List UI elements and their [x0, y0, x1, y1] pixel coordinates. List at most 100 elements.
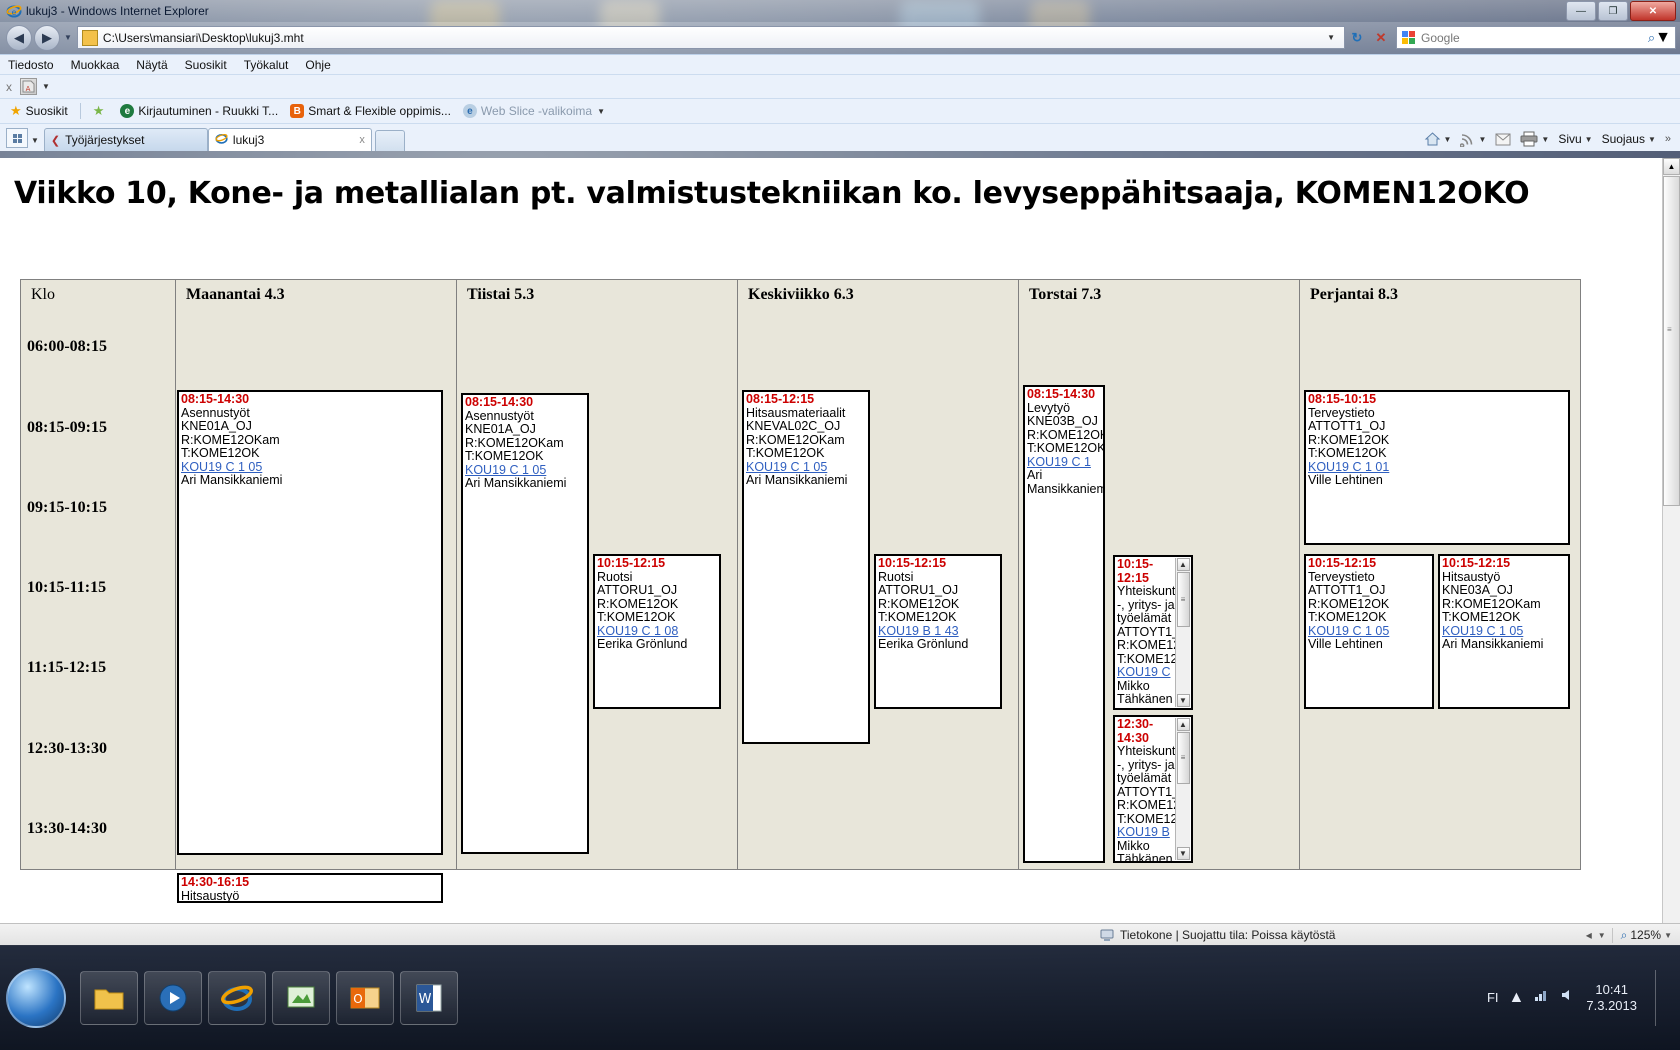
- event-link[interactable]: KOU19 C 1 08: [597, 624, 717, 639]
- tab-lukuj3[interactable]: lukuj3 x: [207, 128, 372, 151]
- feeds-caret-icon[interactable]: ▼: [1478, 135, 1486, 144]
- back-button[interactable]: ◀: [6, 24, 32, 51]
- mail-button[interactable]: [1492, 132, 1514, 147]
- event-block[interactable]: 08:15-10:15 Terveystieto ATTOTT1_OJ R:KO…: [1304, 390, 1570, 545]
- page-menu-button[interactable]: Sivu ▼: [1555, 131, 1595, 147]
- quick-tabs-button[interactable]: [6, 128, 28, 148]
- scrollbar-thumb[interactable]: ≡: [1176, 572, 1190, 627]
- taskbar-item-internet-explorer[interactable]: [208, 970, 266, 1025]
- page-caret-icon[interactable]: ▼: [1585, 135, 1593, 144]
- home-caret-icon[interactable]: ▼: [1444, 135, 1452, 144]
- tab-close-icon[interactable]: x: [359, 134, 365, 146]
- event-link[interactable]: KOU19 C 1 05: [746, 460, 866, 475]
- page-scrollbar[interactable]: ▲ ≡: [1662, 158, 1680, 923]
- home-button[interactable]: ▼: [1421, 130, 1455, 148]
- event-link[interactable]: KOU19 B: [1117, 825, 1175, 840]
- favorite-link-smart-flexible[interactable]: B Smart & Flexible oppimis...: [286, 103, 455, 119]
- security-menu-button[interactable]: Suojaus ▼: [1599, 131, 1659, 147]
- event-link[interactable]: KOU19 C: [1117, 665, 1175, 680]
- network-icon[interactable]: [1534, 988, 1550, 1007]
- taskbar-item-media-player[interactable]: [144, 970, 202, 1025]
- event-link[interactable]: KOU19 C 1 01: [1308, 460, 1566, 475]
- start-button[interactable]: [6, 967, 66, 1028]
- menu-item-ohje[interactable]: Ohje: [305, 58, 330, 72]
- event-block[interactable]: 10:15-12:15 Hitsaustyö KNE03A_OJ R:KOME1…: [1438, 554, 1570, 709]
- address-dropdown-caret-icon[interactable]: ▼: [1322, 33, 1340, 42]
- scroll-up-icon[interactable]: ▲: [1176, 558, 1190, 571]
- tray-expand-icon[interactable]: ▲: [1509, 989, 1525, 1007]
- event-block[interactable]: 12:30-14:30 Yhteiskunt -, yritys- ja työ…: [1113, 715, 1193, 863]
- scroll-up-icon[interactable]: ▲: [1176, 718, 1190, 731]
- scrollbar-thumb[interactable]: ≡: [1176, 732, 1190, 784]
- scroll-down-icon[interactable]: ▼: [1176, 694, 1190, 707]
- history-caret-icon[interactable]: ▼: [64, 33, 72, 42]
- security-caret-icon[interactable]: ▼: [1648, 135, 1656, 144]
- menu-item-tiedosto[interactable]: Tiedosto: [8, 58, 54, 72]
- event-link[interactable]: KOU19 C 1 05: [465, 463, 585, 478]
- event-link[interactable]: KOU19 B 1 43: [878, 624, 998, 639]
- forward-button[interactable]: ▶: [34, 24, 60, 51]
- event-block[interactable]: 08:15-12:15 Hitsausmateriaalit KNEVAL02C…: [742, 390, 870, 744]
- maximize-button[interactable]: ❐: [1598, 1, 1628, 21]
- security-zone[interactable]: Tietokone | Suojattu tila: Poissa käytös…: [1100, 928, 1335, 942]
- addon-close-icon[interactable]: x: [6, 80, 12, 94]
- scroll-down-icon[interactable]: ▼: [1176, 847, 1190, 860]
- event-code: ATTORU1_OJ: [878, 583, 959, 597]
- search-provider-caret-icon[interactable]: ▼: [1655, 29, 1671, 47]
- language-indicator[interactable]: FI: [1487, 990, 1499, 1005]
- web-slice-gallery[interactable]: e Web Slice -valikoima ▼: [459, 103, 609, 119]
- menu-item-muokkaa[interactable]: Muokkaa: [71, 58, 120, 72]
- feeds-button[interactable]: ▼: [1457, 131, 1489, 148]
- event-block[interactable]: 10:15-12:15 Yhteiskunt -, yritys- ja työ…: [1113, 555, 1193, 710]
- pdf-addon-icon[interactable]: A: [20, 78, 37, 95]
- tab-list-caret-icon[interactable]: ▼: [31, 136, 39, 145]
- event-link[interactable]: KOU19 C 1 05: [1308, 624, 1430, 639]
- addon-caret-icon[interactable]: ▼: [42, 82, 50, 91]
- search-input[interactable]: Google ⌕ ▼: [1396, 26, 1676, 49]
- menu-item-nayta[interactable]: Näytä: [136, 58, 167, 72]
- chevron-down-icon[interactable]: ▼: [597, 107, 605, 116]
- event-block[interactable]: 10:15-12:15 Ruotsi ATTORU1_OJ R:KOME12OK…: [874, 554, 1002, 709]
- taskbar-item-outlook[interactable]: O: [336, 970, 394, 1025]
- favorite-add-icon[interactable]: ★: [89, 102, 113, 120]
- favorite-link-ruukki[interactable]: e Kirjautuminen - Ruukki T...: [116, 103, 282, 119]
- new-tab-button[interactable]: [374, 130, 405, 151]
- toolbar-overflow-icon[interactable]: »: [1662, 132, 1674, 146]
- stop-icon[interactable]: ✕: [1369, 26, 1393, 49]
- event-scrollbar[interactable]: ▲ ≡ ▼: [1175, 718, 1190, 860]
- event-link[interactable]: KOU19 C 1 05: [181, 460, 439, 475]
- event-block[interactable]: 08:15-14:30 Asennustyöt KNE01A_OJ R:KOME…: [461, 393, 589, 854]
- refresh-icon[interactable]: ↻: [1345, 26, 1369, 49]
- zoom-caret-icon[interactable]: ▼: [1598, 931, 1606, 940]
- address-input[interactable]: C:\Users\mansiari\Desktop\lukuj3.mht ▼: [76, 26, 1345, 49]
- taskbar-item-word[interactable]: W: [400, 970, 458, 1025]
- volume-icon[interactable]: [1560, 988, 1576, 1007]
- tab-tyojarjestykset[interactable]: ❮ Työjärjestykset: [43, 128, 208, 151]
- zoom-out-icon[interactable]: ◂: [1586, 928, 1592, 942]
- print-caret-icon[interactable]: ▼: [1541, 135, 1549, 144]
- print-button[interactable]: ▼: [1517, 130, 1552, 148]
- search-icon[interactable]: ⌕: [1648, 30, 1655, 46]
- minimize-button[interactable]: —: [1566, 1, 1596, 21]
- taskbar-item-presentation[interactable]: [272, 970, 330, 1025]
- page-scrollbar-thumb[interactable]: [1663, 176, 1680, 506]
- close-button[interactable]: ✕: [1630, 1, 1676, 21]
- zoom-control[interactable]: ⌕ 125% ▼: [1611, 927, 1672, 943]
- zoom-level-caret-icon[interactable]: ▼: [1664, 931, 1672, 940]
- event-block[interactable]: 14:30-16:15 Hitsaustyö: [177, 873, 443, 903]
- menu-item-suosikit[interactable]: Suosikit: [185, 58, 227, 72]
- page-scroll-up-icon[interactable]: ▲: [1663, 158, 1680, 175]
- event-block[interactable]: 10:15-12:15 Terveystieto ATTOTT1_OJ R:KO…: [1304, 554, 1434, 709]
- event-scrollbar[interactable]: ▲ ≡ ▼: [1175, 558, 1190, 707]
- menu-item-tyokalut[interactable]: Työkalut: [244, 58, 289, 72]
- event-block[interactable]: 10:15-12:15 Ruotsi ATTORU1_OJ R:KOME12OK…: [593, 554, 721, 709]
- event-block[interactable]: 08:15-14:30 Asennustyöt KNE01A_OJ R:KOME…: [177, 390, 443, 855]
- event-block[interactable]: 08:15-14:30 Levytyö KNE03B_OJ R:KOME12OK…: [1023, 385, 1105, 863]
- event-link[interactable]: KOU19 C 1: [1027, 455, 1101, 470]
- favorites-button[interactable]: ★ Suosikit: [6, 102, 72, 120]
- clock[interactable]: 10:41 7.3.2013: [1586, 982, 1637, 1014]
- show-desktop-button[interactable]: [1655, 969, 1666, 1026]
- title-bar[interactable]: e lukuj3 - Windows Internet Explorer — ❐…: [0, 0, 1680, 22]
- event-link[interactable]: KOU19 C 1 05: [1442, 624, 1566, 639]
- taskbar-item-explorer[interactable]: [80, 970, 138, 1025]
